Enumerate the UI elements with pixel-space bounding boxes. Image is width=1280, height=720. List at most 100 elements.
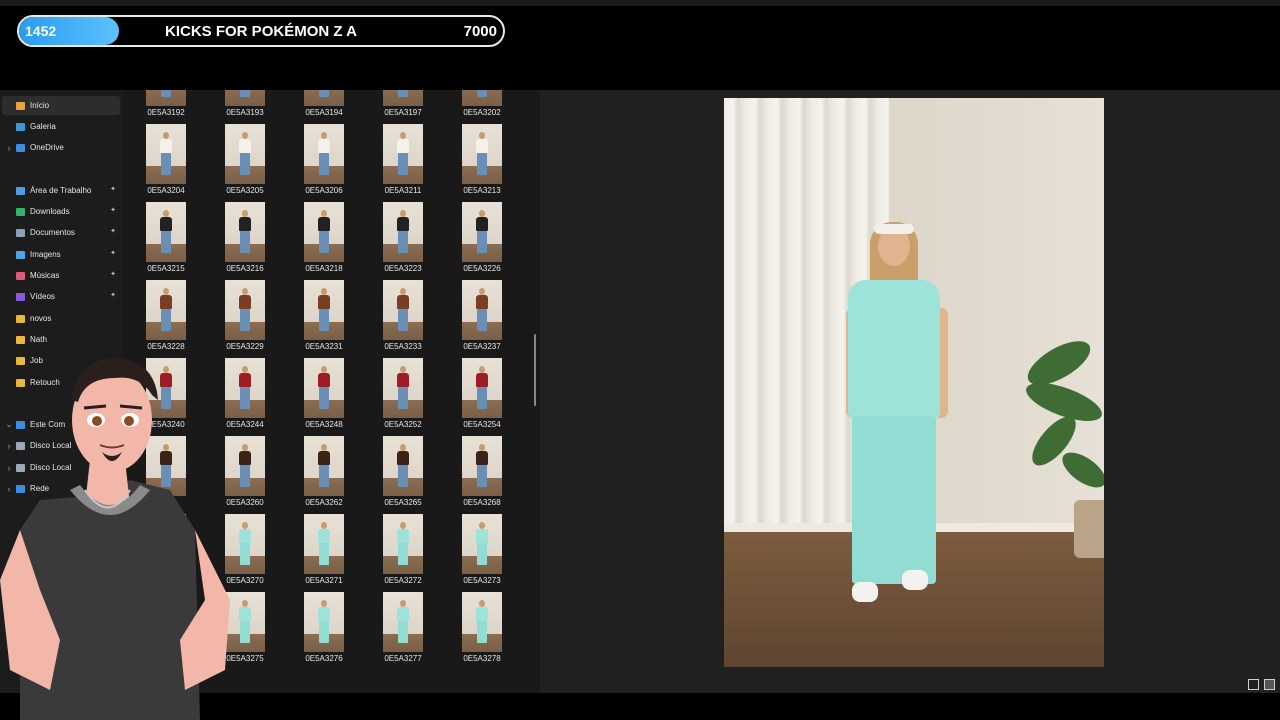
sidebar-item-documentos[interactable]: Documentos ✦ <box>2 223 120 242</box>
sidebar-item-downloads[interactable]: Downloads ✦ <box>2 202 120 221</box>
file-name: 0E5A3218 <box>305 264 343 273</box>
file-name: 0E5A3205 <box>226 186 264 195</box>
sidebar-item-label: novos <box>30 314 52 323</box>
pin-icon: ✦ <box>110 228 116 235</box>
thumbnail-image <box>462 202 502 262</box>
vtuber-avatar <box>0 358 230 720</box>
sidebar-item-novos[interactable]: novos <box>2 309 120 328</box>
file-thumbnail[interactable]: 0E5A3271 <box>289 514 359 590</box>
plant-pot <box>1074 500 1104 558</box>
thumbnail-image <box>462 90 502 106</box>
file-name: 0E5A3197 <box>384 108 422 117</box>
sidebar-item-label: OneDrive <box>30 143 64 152</box>
avatar-iris <box>92 416 102 426</box>
avatar-brow <box>83 404 107 410</box>
file-thumbnail[interactable]: 0E5A3216 <box>210 202 280 278</box>
file-thumbnail[interactable]: 0E5A3268 <box>447 436 517 512</box>
file-thumbnail[interactable]: 0E5A3215 <box>131 202 201 278</box>
chevron-right-icon[interactable]: › <box>2 143 16 153</box>
thumbnail-image <box>304 202 344 262</box>
sidebar-item-galeria[interactable]: Galeria <box>2 117 120 136</box>
thumbnail-image <box>462 124 502 184</box>
preview-photo <box>724 98 1104 667</box>
file-thumbnail[interactable]: 0E5A3226 <box>447 202 517 278</box>
sidebar-item-vídeos[interactable]: Vídeos ✦ <box>2 287 120 306</box>
file-thumbnail[interactable]: 0E5A3233 <box>368 280 438 356</box>
thumbnail-image <box>462 436 502 496</box>
file-thumbnail[interactable]: 0E5A3204 <box>131 124 201 200</box>
thumbnail-image <box>304 124 344 184</box>
avatar-brow <box>119 404 143 410</box>
thumbnail-image <box>225 280 265 340</box>
thumbnail-image <box>304 90 344 106</box>
model-scrub-pants <box>852 416 936 584</box>
file-thumbnail[interactable]: 0E5A3252 <box>368 358 438 434</box>
pin-icon: ✦ <box>110 271 116 278</box>
file-thumbnail[interactable]: 0E5A3272 <box>368 514 438 590</box>
file-thumbnail[interactable]: 0E5A3202 <box>447 90 517 122</box>
file-name: 0E5A3237 <box>463 342 501 351</box>
sidebar-item-início[interactable]: Início <box>2 96 120 115</box>
file-name: 0E5A3231 <box>305 342 343 351</box>
file-thumbnail[interactable]: 0E5A3265 <box>368 436 438 512</box>
file-thumbnail[interactable]: 0E5A3273 <box>447 514 517 590</box>
top-border <box>0 0 1280 6</box>
model-headband <box>874 224 914 234</box>
sidebar-item-imagens[interactable]: Imagens ✦ <box>2 245 120 264</box>
sidebar-item-label: Documentos <box>30 228 75 237</box>
file-thumbnail[interactable]: 0E5A3223 <box>368 202 438 278</box>
image-icon <box>16 250 25 259</box>
file-name: 0E5A3268 <box>463 498 501 507</box>
file-thumbnail[interactable]: 0E5A3197 <box>368 90 438 122</box>
file-thumbnail[interactable]: 0E5A3278 <box>447 592 517 668</box>
file-grid-scrollbar[interactable] <box>534 334 536 406</box>
thumbnail-image <box>462 592 502 652</box>
file-thumbnail[interactable]: 0E5A3206 <box>289 124 359 200</box>
file-thumbnail[interactable]: 0E5A3194 <box>289 90 359 122</box>
model-scrub-top <box>848 280 940 420</box>
sidebar-item-músicas[interactable]: Músicas ✦ <box>2 266 120 285</box>
preview-view-icon[interactable] <box>1264 679 1275 690</box>
sidebar-item-área-de-trabalho[interactable]: Área de Trabalho ✦ <box>2 181 120 200</box>
details-view-icon[interactable] <box>1248 679 1259 690</box>
file-thumbnail[interactable]: 0E5A3193 <box>210 90 280 122</box>
folder-icon <box>16 314 25 323</box>
file-thumbnail[interactable]: 0E5A3277 <box>368 592 438 668</box>
pin-icon: ✦ <box>110 292 116 299</box>
stream-banner: 1452 KICKS FOR POKÉMON Z A 7000 <box>0 0 1280 90</box>
goal-title: KICKS FOR POKÉMON Z A <box>165 23 357 40</box>
model-shoe <box>902 570 928 590</box>
cloud-icon <box>16 143 25 152</box>
sidebar-item-label: Galeria <box>30 122 56 131</box>
thumbnail-image <box>383 90 423 106</box>
file-thumbnail[interactable]: 0E5A3218 <box>289 202 359 278</box>
file-thumbnail[interactable]: 0E5A3211 <box>368 124 438 200</box>
file-thumbnail[interactable]: 0E5A3237 <box>447 280 517 356</box>
file-thumbnail[interactable]: 0E5A3231 <box>289 280 359 356</box>
file-thumbnail[interactable]: 0E5A3262 <box>289 436 359 512</box>
file-thumbnail[interactable]: 0E5A3205 <box>210 124 280 200</box>
file-name: 0E5A3223 <box>384 264 422 273</box>
file-thumbnail[interactable]: 0E5A3254 <box>447 358 517 434</box>
file-name: 0E5A3193 <box>226 108 264 117</box>
thumbnail-image <box>383 124 423 184</box>
sidebar-item-label: Início <box>30 101 50 110</box>
file-thumbnail[interactable]: 0E5A3213 <box>447 124 517 200</box>
file-thumbnail[interactable]: 0E5A3248 <box>289 358 359 434</box>
avatar-iris <box>124 416 134 426</box>
thumbnail-image <box>462 280 502 340</box>
goal-progress-bar: 1452 KICKS FOR POKÉMON Z A 7000 <box>17 15 505 47</box>
sidebar-item-label: Vídeos <box>30 292 55 301</box>
sidebar-item-label: Área de Trabalho <box>30 186 92 195</box>
file-thumbnail[interactable]: 0E5A3192 <box>131 90 201 122</box>
file-name: 0E5A3252 <box>384 420 422 429</box>
thumbnail-image <box>383 202 423 262</box>
sidebar-item-onedrive[interactable]: › OneDrive <box>2 138 120 157</box>
file-name: 0E5A3277 <box>384 654 422 663</box>
file-thumbnail[interactable]: 0E5A3276 <box>289 592 359 668</box>
pin-icon: ✦ <box>110 207 116 214</box>
sidebar-item-label: Imagens <box>30 250 61 259</box>
file-name: 0E5A3233 <box>384 342 422 351</box>
pin-icon: ✦ <box>110 186 116 193</box>
thumbnail-image <box>383 514 423 574</box>
